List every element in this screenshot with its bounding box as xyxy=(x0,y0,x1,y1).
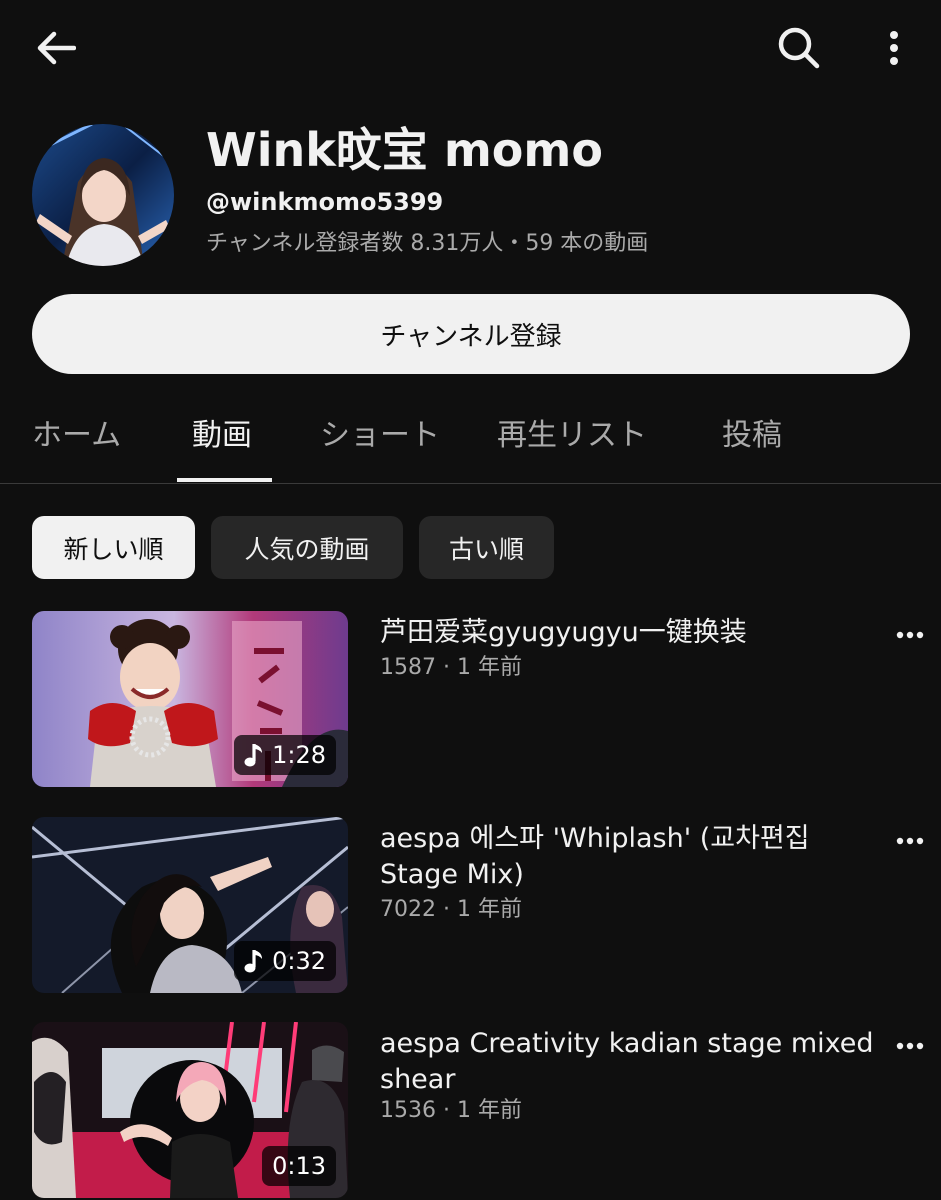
channel-stats: チャンネル登録者数 8.31万人・59 本の動画 xyxy=(206,231,649,256)
search-icon xyxy=(778,27,820,69)
channel-avatar[interactable] xyxy=(32,124,174,266)
video-title[interactable]: aespa 에스파 'Whiplash' (교차편집 Stage Mix) xyxy=(380,821,880,893)
tab-posts[interactable]: 投稿 xyxy=(722,414,782,458)
tab-playlists[interactable]: 再生リスト xyxy=(497,414,647,458)
video-duration-badge: 0:32 xyxy=(234,941,336,981)
video-thumbnail[interactable]: 0:32 xyxy=(32,817,348,993)
top-app-bar xyxy=(0,0,941,100)
video-meta: 7022 · 1 年前 xyxy=(380,897,522,922)
video-menu-button[interactable] xyxy=(892,1028,928,1064)
video-list-item[interactable]: 0:32 aespa 에스파 'Whiplash' (교차편집 Stage Mi… xyxy=(0,817,941,997)
more-horiz-icon xyxy=(896,1042,924,1050)
more-options-button[interactable] xyxy=(868,20,920,76)
more-horiz-icon xyxy=(896,837,924,845)
active-tab-indicator xyxy=(177,478,272,482)
video-menu-button[interactable] xyxy=(892,617,928,653)
video-meta: 1587 · 1 年前 xyxy=(380,655,522,680)
search-button[interactable] xyxy=(770,20,828,76)
chip-popular[interactable]: 人気の動画 xyxy=(211,516,403,579)
duration-text: 1:28 xyxy=(272,741,326,769)
duration-text: 0:32 xyxy=(272,947,326,975)
video-meta: 1536 · 1 年前 xyxy=(380,1098,522,1123)
video-thumbnail[interactable]: 0:13 xyxy=(32,1022,348,1198)
channel-title: Wink旼宝 momo xyxy=(206,123,603,177)
back-arrow-icon xyxy=(37,31,76,65)
tab-home[interactable]: ホーム xyxy=(32,414,121,458)
more-horiz-icon xyxy=(896,631,924,639)
channel-tabs: ホーム 動画 ショート 再生リスト 投稿 xyxy=(0,400,941,484)
duration-text: 0:13 xyxy=(272,1152,326,1180)
video-title[interactable]: 芦田爱菜gyugyugyu一键换装 xyxy=(380,615,880,651)
tab-shorts[interactable]: ショート xyxy=(320,414,440,458)
video-menu-button[interactable] xyxy=(892,823,928,859)
video-duration-badge: 1:28 xyxy=(234,735,336,775)
tab-videos[interactable]: 動画 xyxy=(192,414,252,458)
music-note-icon xyxy=(244,950,263,973)
more-vert-icon xyxy=(890,31,898,65)
music-note-icon xyxy=(244,744,263,767)
back-button[interactable] xyxy=(28,22,84,74)
video-thumbnail[interactable]: 1:28 xyxy=(32,611,348,787)
subscribe-button[interactable]: チャンネル登録 xyxy=(32,294,910,374)
channel-handle: @winkmomo5399 xyxy=(206,188,444,216)
chip-oldest[interactable]: 古い順 xyxy=(419,516,554,579)
video-title[interactable]: aespa Creativity kadian stage mixed shea… xyxy=(380,1026,880,1098)
video-list-item[interactable]: 0:13 aespa Creativity kadian stage mixed… xyxy=(0,1022,941,1200)
chip-newest[interactable]: 新しい順 xyxy=(32,516,195,579)
video-list-item[interactable]: 1:28 芦田爱菜gyugyugyu一键换装 1587 · 1 年前 xyxy=(0,611,941,791)
video-duration-badge: 0:13 xyxy=(262,1146,336,1186)
